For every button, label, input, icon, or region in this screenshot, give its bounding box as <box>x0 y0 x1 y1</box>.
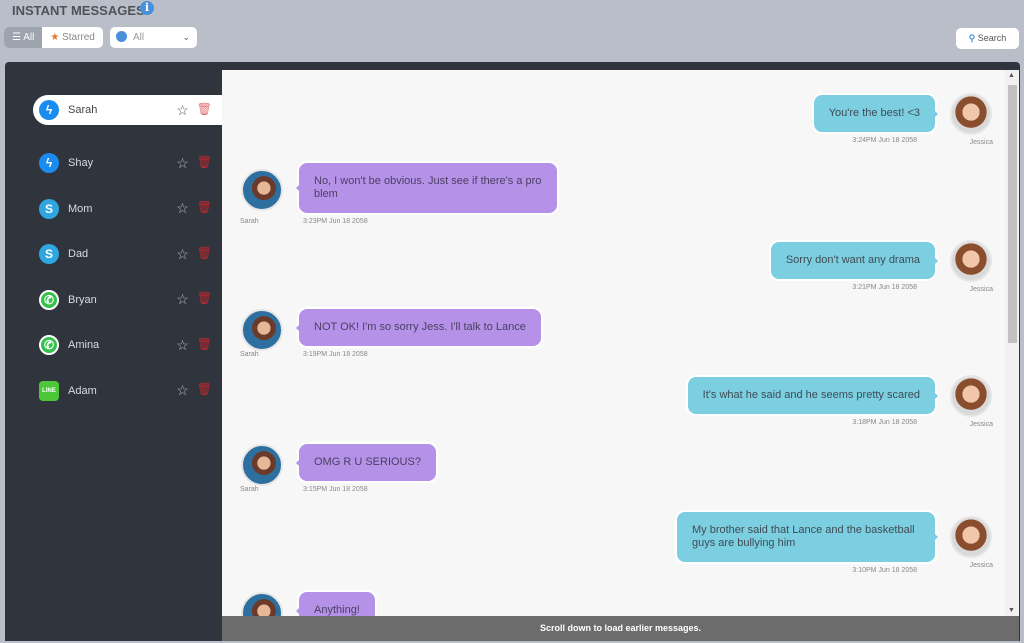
search-button[interactable]: ⚲ Search <box>956 28 1019 49</box>
sender-name: Jessica <box>969 420 993 428</box>
chevron-down-icon: ⌄ <box>182 32 190 42</box>
whatsapp-icon: ✆ <box>39 335 59 356</box>
filter-toggle: ☰ All ★ Starred <box>4 27 103 48</box>
line-icon: LINE <box>39 380 59 401</box>
search-icon: ⚲ <box>968 33 976 43</box>
message-bubble: Sorry don't want any drama <box>768 240 939 281</box>
contact-name: Amina <box>68 339 100 352</box>
message-bubble: My brother said that Lance and the baske… <box>675 510 938 564</box>
trash-icon[interactable]: 🗑 <box>197 382 212 399</box>
message-bubble: NOT OK! I'm so sorry Jess. I'll talk to … <box>296 307 543 348</box>
contact-mom[interactable]: S Mom ☆ 🗑 <box>33 186 222 232</box>
timestamp: 3:21PM Jun 18 2058 <box>852 284 917 291</box>
sender-name: Jessica <box>969 285 993 293</box>
contact-adam[interactable]: LINE Adam ☆ 🗑 <box>33 368 222 414</box>
contact-bryan[interactable]: ✆ Bryan ☆ 🗑 <box>33 277 222 323</box>
star-icon[interactable]: ☆ <box>176 382 189 399</box>
conversation-view: You're the best! <3 Jessica 3:24PM Jun 1… <box>222 70 1005 616</box>
star-icon[interactable]: ☆ <box>176 155 189 172</box>
avatar <box>241 169 283 211</box>
contact-list: ϟ Sarah ☆ 🗑 ϟ Shay ☆ 🗑 S Mom ☆ 🗑 S Dad ☆ 🗑 ✆ Bry… <box>33 95 222 414</box>
filter-starred-button[interactable]: ★ Starred <box>42 27 103 48</box>
load-earlier-banner[interactable]: Scroll down to load earlier messages. <box>222 616 1019 641</box>
message-bubble: Anything! <box>296 590 377 616</box>
contact-dad[interactable]: S Dad ☆ 🗑 <box>33 232 222 278</box>
globe-icon <box>116 31 127 42</box>
contact-name: Adam <box>68 384 97 397</box>
contact-name: Mom <box>68 202 93 215</box>
timestamp: 3:23PM Jun 18 2058 <box>303 218 368 225</box>
sender-name: Sarah <box>240 486 259 493</box>
messenger-icon: ϟ <box>39 100 59 120</box>
info-icon[interactable]: i <box>140 1 154 15</box>
sender-name: Jessica <box>969 138 993 146</box>
skype-icon: S <box>39 198 59 219</box>
list-icon: ☰ <box>12 32 24 43</box>
whatsapp-icon: ✆ <box>39 289 59 310</box>
sender-name: Jessica <box>969 562 993 569</box>
scrollbar[interactable]: ▲ ▼ <box>1005 70 1019 616</box>
star-icon[interactable]: ☆ <box>176 337 189 354</box>
avatar <box>950 92 992 135</box>
avatar <box>241 308 283 351</box>
star-icon[interactable]: ☆ <box>176 291 189 308</box>
trash-icon[interactable]: 🗑 <box>197 155 212 172</box>
contact-amina[interactable]: ✆ Amina ☆ 🗑 <box>33 323 222 369</box>
avatar <box>241 443 283 486</box>
trash-icon[interactable]: 🗑 <box>197 200 212 217</box>
avatar <box>950 374 992 417</box>
contact-name: Shay <box>68 157 94 170</box>
star-icon[interactable]: ☆ <box>176 200 189 217</box>
star-icon: ★ <box>50 32 63 43</box>
scroll-up-icon[interactable]: ▲ <box>1008 72 1015 79</box>
trash-icon[interactable]: 🗑 <box>197 102 212 119</box>
avatar <box>241 591 283 616</box>
message-bubble: You're the best! <3 <box>811 93 939 134</box>
timestamp: 3:10PM Jun 18 2058 <box>852 567 917 574</box>
sender-name: Sarah <box>240 218 259 225</box>
message-bubble: OMG R U SERIOUS? <box>296 442 438 483</box>
timestamp: 3:15PM Jun 18 2058 <box>303 486 368 493</box>
skype-icon: S <box>39 244 59 265</box>
trash-icon[interactable]: 🗑 <box>197 291 212 308</box>
star-icon[interactable]: ☆ <box>176 246 189 263</box>
contact-shay[interactable]: ϟ Shay ☆ 🗑 <box>33 141 222 187</box>
page-title: INSTANT MESSAGES <box>12 3 145 18</box>
scroll-down-icon[interactable]: ▼ <box>1008 607 1015 614</box>
trash-icon[interactable]: 🗑 <box>197 246 212 263</box>
timestamp: 3:24PM Jun 18 2058 <box>852 137 917 144</box>
contact-name: Dad <box>68 248 89 261</box>
sender-name: Sarah <box>240 351 259 358</box>
messenger-icon: ϟ <box>39 153 59 174</box>
timestamp: 3:18PM Jun 18 2058 <box>852 419 917 426</box>
contact-sarah[interactable]: ϟ Sarah ☆ 🗑 <box>33 95 222 125</box>
star-icon[interactable]: ☆ <box>176 102 189 119</box>
avatar <box>950 239 992 282</box>
contact-name: Sarah <box>68 104 98 116</box>
timestamp: 3:19PM Jun 18 2058 <box>303 351 368 358</box>
trash-icon[interactable]: 🗑 <box>197 337 212 354</box>
filter-all-button[interactable]: ☰ All <box>4 27 43 48</box>
message-bubble: It's what he said and he seems pretty sc… <box>685 375 939 416</box>
contact-name: Bryan <box>68 293 97 306</box>
platform-select[interactable]: All ⌄ <box>110 27 197 48</box>
avatar <box>950 516 992 558</box>
message-bubble: No, I won't be obvious. Just see if ther… <box>296 161 559 215</box>
scrollbar-thumb[interactable] <box>1008 85 1017 343</box>
